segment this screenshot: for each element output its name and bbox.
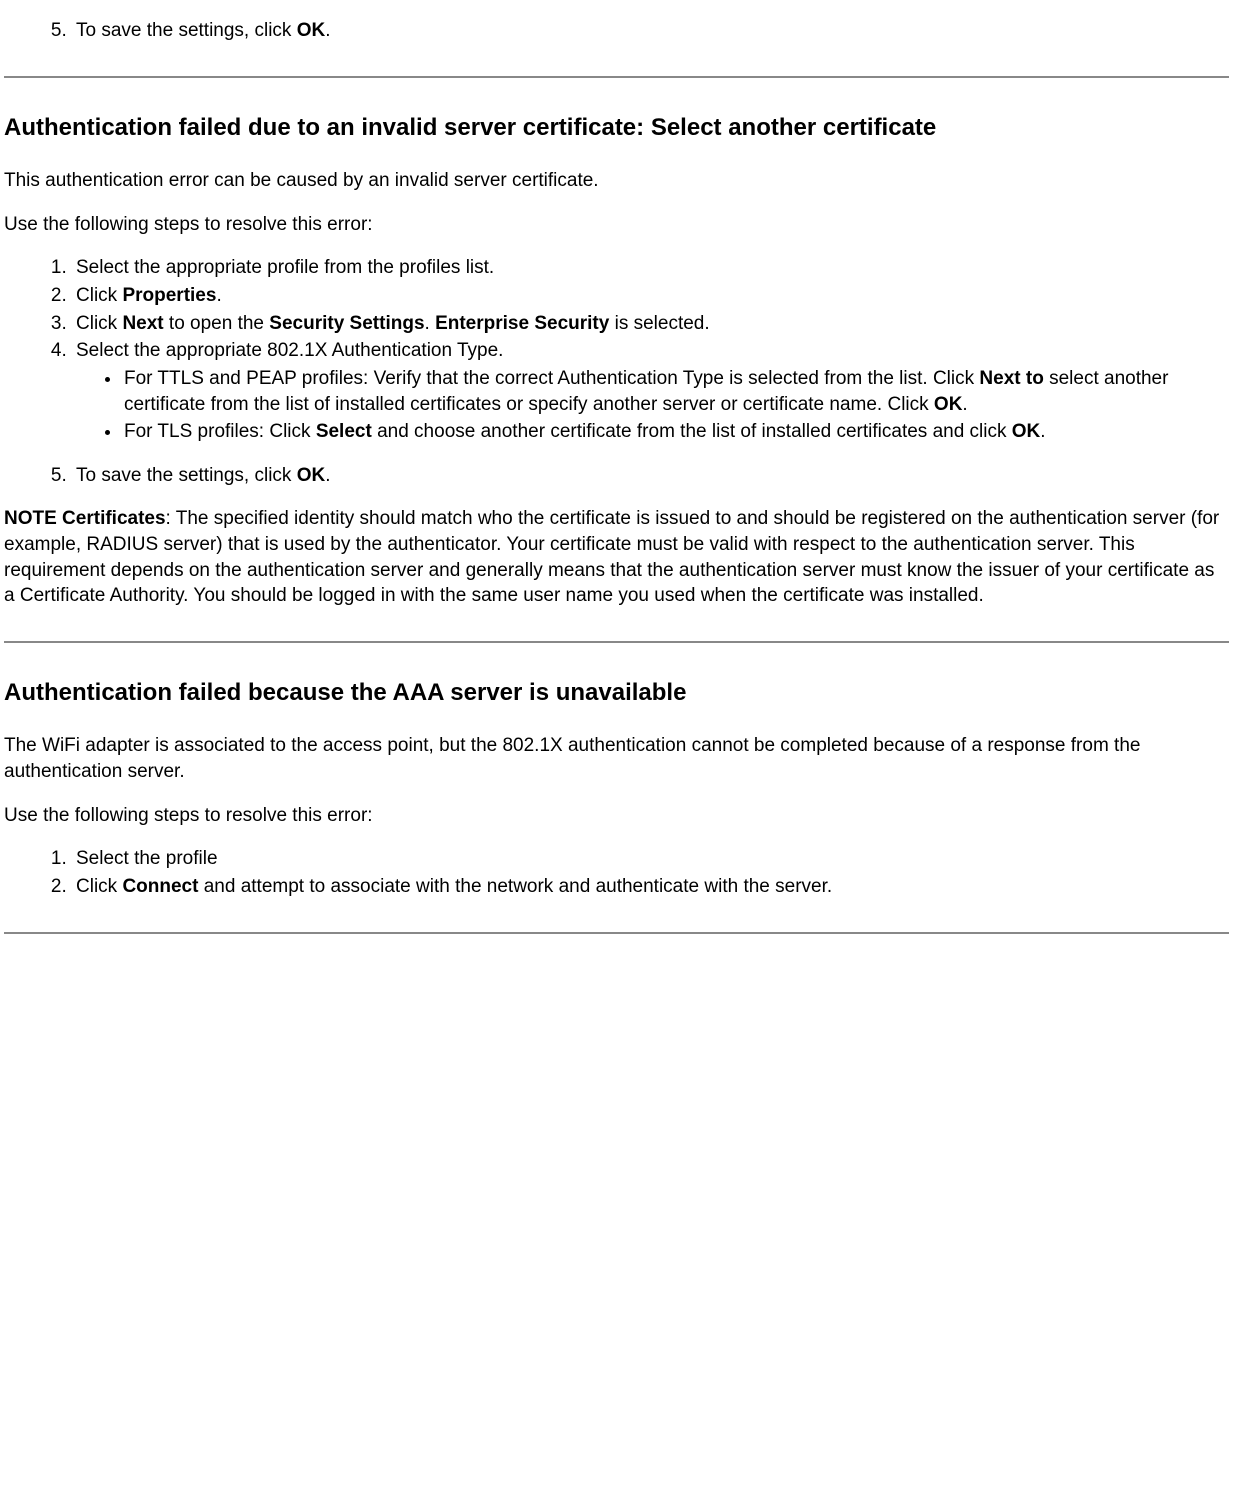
note-label: NOTE Certificates [4,508,166,529]
bold-text: OK [297,465,326,486]
list-item: Click Properties. [72,283,1229,309]
bold-text: OK [1012,421,1041,442]
steps-list: Select the appropriate profile from the … [4,255,1229,444]
bold-text: OK [297,20,326,41]
text: Click [76,285,122,306]
list-item: For TTLS and PEAP profiles: Verify that … [122,366,1229,417]
bold-text: Properties [122,285,216,306]
bold-text: Security Settings [269,313,424,334]
steps-list-cont: To save the settings, click OK. [4,463,1229,489]
text: . [325,465,330,486]
list-item: To save the settings, click OK. [72,463,1229,489]
text: For TLS profiles: Click [124,421,316,442]
text: To save the settings, click [76,465,297,486]
list-item: To save the settings, click OK. [72,18,1229,44]
list-item: For TLS profiles: Click Select and choos… [122,419,1229,445]
list-item: Select the appropriate 802.1X Authentica… [72,338,1229,445]
text: . [425,313,436,334]
paragraph: Use the following steps to resolve this … [4,212,1229,238]
text: is selected. [609,313,709,334]
bold-text: OK [934,394,963,415]
divider [4,76,1229,78]
divider [4,932,1229,934]
step-text: . [325,20,330,41]
paragraph: Use the following steps to resolve this … [4,803,1229,829]
note-text: : The specified identity should match wh… [4,508,1219,606]
intro-step-list: To save the settings, click OK. [4,18,1229,44]
list-item: Select the appropriate profile from the … [72,255,1229,281]
text: and choose another certificate from the … [372,421,1012,442]
text: . [216,285,221,306]
text: . [962,394,967,415]
bold-text: Next [122,313,163,334]
paragraph: This authentication error can be caused … [4,168,1229,194]
bold-text: Enterprise Security [435,313,609,334]
text: Click [76,876,122,897]
text: to open the [164,313,270,334]
step-text: To save the settings, click [76,20,297,41]
text: For TTLS and PEAP profiles: Verify that … [124,368,979,389]
steps-list: Select the profile Click Connect and att… [4,846,1229,899]
text: Click [76,313,122,334]
divider [4,641,1229,643]
list-item: Click Connect and attempt to associate w… [72,874,1229,900]
bold-text: Select [316,421,372,442]
text: and attempt to associate with the networ… [198,876,832,897]
list-item: Select the profile [72,846,1229,872]
text: Select the appropriate 802.1X Authentica… [76,340,503,361]
list-item: Click Next to open the Security Settings… [72,311,1229,337]
section-heading: Authentication failed because the AAA se… [4,677,1229,709]
bold-text: Connect [122,876,198,897]
sublist: For TTLS and PEAP profiles: Verify that … [76,366,1229,445]
section-heading: Authentication failed due to an invalid … [4,112,1229,144]
text: . [1040,421,1045,442]
bold-text: Next to [979,368,1043,389]
paragraph: The WiFi adapter is associated to the ac… [4,733,1229,784]
note-paragraph: NOTE Certificates: The specified identit… [4,506,1229,609]
